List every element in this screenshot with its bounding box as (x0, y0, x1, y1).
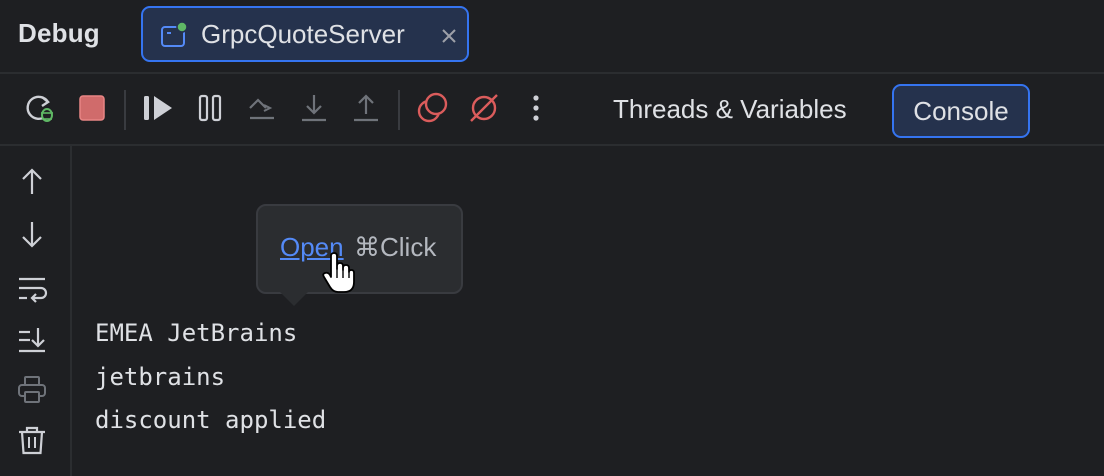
step-out-button[interactable] (348, 90, 384, 126)
clear-all-button[interactable] (16, 424, 48, 456)
step-into-icon (302, 95, 326, 122)
mute-breakpoints-button[interactable] (466, 90, 502, 126)
pause-button[interactable] (192, 90, 228, 126)
stop-button[interactable] (74, 90, 110, 126)
soft-wrap-button[interactable] (16, 272, 48, 304)
arrow-down-icon (22, 222, 42, 248)
mute-breakpoints-icon (470, 94, 498, 122)
pause-icon (198, 94, 222, 122)
stop-icon (79, 95, 105, 121)
tab-grpc-quote-server[interactable]: GrpcQuoteServer (141, 6, 469, 62)
view-breakpoints-button[interactable] (414, 90, 450, 126)
run-config-icon (161, 21, 188, 47)
tab-console[interactable]: Console (892, 84, 1030, 138)
console-side-toolbar (0, 146, 72, 476)
view-breakpoints-icon (417, 92, 448, 123)
soft-wrap-icon (19, 277, 48, 303)
scroll-to-end-icon (19, 328, 45, 353)
arrow-up-icon (22, 168, 42, 194)
shortcut-hint: ⌘Click (354, 232, 437, 262)
scroll-up-button[interactable] (16, 166, 48, 198)
resume-icon (144, 96, 172, 120)
resume-button[interactable] (140, 90, 176, 126)
step-into-button[interactable] (296, 90, 332, 126)
tab-label: GrpcQuoteServer (201, 19, 405, 49)
more-options-button[interactable] (518, 90, 554, 126)
debug-tool-window: Debug GrpcQuoteServer Threads & Variable… (0, 0, 1104, 476)
console-line: EMEA JetBrains (95, 319, 298, 347)
print-button[interactable] (16, 374, 48, 406)
toolbar-separator (398, 90, 400, 130)
open-link-tooltip: Open ⌘Click (256, 204, 463, 294)
scroll-down-button[interactable] (16, 218, 48, 250)
step-out-icon (354, 94, 378, 122)
console-output[interactable]: EMEA JetBrains jetbrains discount applie… (72, 146, 1104, 476)
print-icon (18, 376, 46, 403)
close-icon[interactable] (439, 26, 459, 46)
scroll-to-end-button[interactable] (16, 324, 48, 356)
trash-icon (19, 426, 45, 455)
debug-toolbar: Threads & Variables Console (0, 74, 1104, 146)
console-line: discount applied (95, 406, 327, 434)
tab-threads-variables[interactable]: Threads & Variables (613, 94, 847, 125)
rerun-debug-icon (26, 95, 53, 122)
tooltip-arrow (280, 292, 308, 306)
debug-header: Debug GrpcQuoteServer (0, 0, 1104, 74)
step-over-icon (249, 98, 274, 120)
more-options-icon (533, 95, 539, 121)
tab-console-label: Console (913, 95, 1009, 126)
tool-window-title: Debug (18, 18, 100, 48)
toolbar-separator (124, 90, 126, 130)
hand-cursor-icon (322, 252, 355, 293)
step-over-button[interactable] (244, 90, 280, 126)
rerun-debug-button[interactable] (22, 90, 58, 126)
console-line: jetbrains (95, 363, 226, 391)
